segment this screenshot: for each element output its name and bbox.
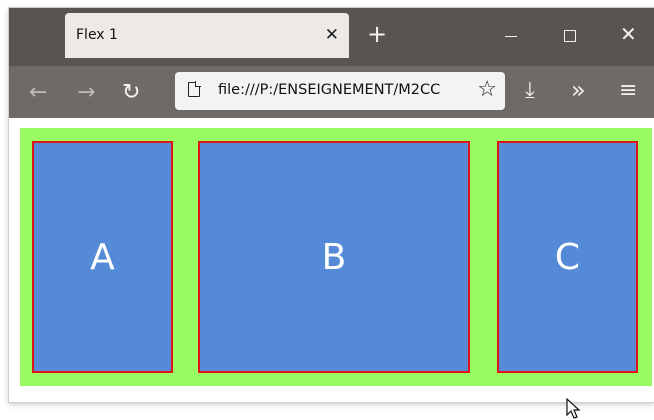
page-icon bbox=[188, 81, 201, 97]
navigation-toolbar: ← → ↻ file:///P:/ENSEIGNEMENT/M2CC ☆ ⤓ »… bbox=[9, 66, 654, 118]
forward-icon[interactable]: → bbox=[77, 80, 95, 105]
mouse-cursor-icon bbox=[566, 398, 581, 419]
url-text[interactable]: file:///P:/ENSEIGNEMENT/M2CC bbox=[218, 82, 462, 98]
browser-window: Flex 1 ✕ + ✕ ← → ↻ file:///P:/ENSEIGNEME… bbox=[9, 8, 654, 402]
flex-item-a: A bbox=[32, 141, 173, 373]
new-tab-button[interactable]: + bbox=[367, 20, 387, 48]
download-icon[interactable]: ⤓ bbox=[525, 78, 535, 103]
bookmark-star-icon[interactable]: ☆ bbox=[477, 77, 497, 102]
flex-container: A B C bbox=[20, 128, 652, 386]
flex-item-b: B bbox=[198, 141, 470, 373]
hamburger-menu-icon[interactable]: ≡ bbox=[619, 78, 637, 103]
title-bar: Flex 1 ✕ + ✕ bbox=[9, 8, 654, 66]
overflow-menu-icon[interactable]: » bbox=[571, 76, 586, 104]
back-icon[interactable]: ← bbox=[29, 80, 47, 105]
address-bar[interactable]: file:///P:/ENSEIGNEMENT/M2CC ☆ bbox=[175, 72, 505, 110]
tab-close-icon[interactable]: ✕ bbox=[325, 25, 339, 45]
maximize-icon[interactable] bbox=[564, 30, 576, 42]
tab-flex-1[interactable]: Flex 1 ✕ bbox=[65, 13, 349, 58]
reload-icon[interactable]: ↻ bbox=[122, 80, 140, 105]
close-window-icon[interactable]: ✕ bbox=[620, 22, 637, 46]
flex-item-c: C bbox=[497, 141, 638, 373]
minimize-icon[interactable] bbox=[505, 36, 517, 37]
tab-title: Flex 1 bbox=[76, 27, 118, 43]
page-content: A B C bbox=[9, 118, 654, 402]
